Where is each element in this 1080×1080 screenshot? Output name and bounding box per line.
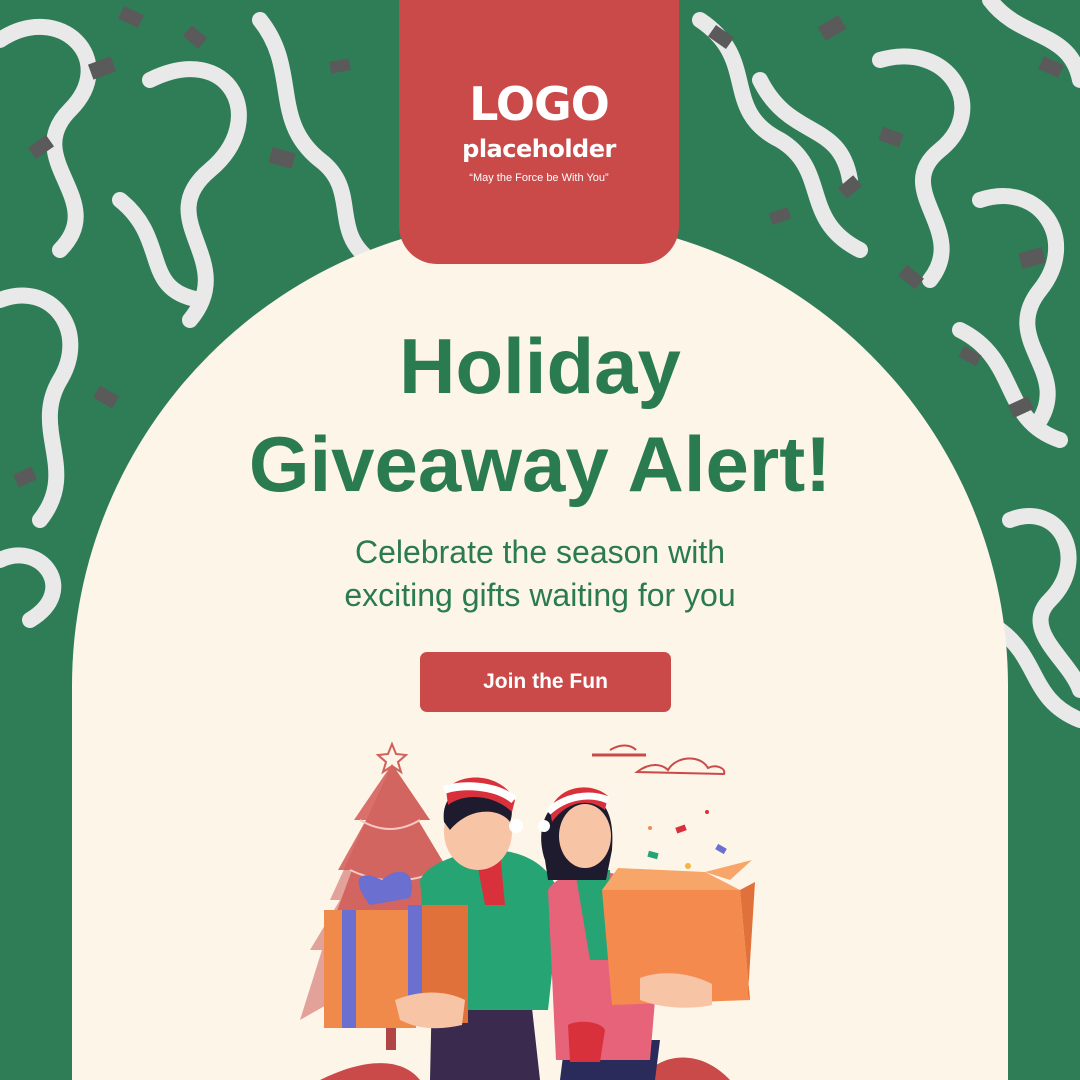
logo-subtitle: placeholder	[462, 135, 616, 163]
headline-line-2: Giveaway Alert!	[248, 420, 832, 508]
subheadline-line-2: exciting gifts waiting for you	[344, 577, 736, 613]
logo-tagline: “May the Force be With You”	[469, 172, 609, 184]
logo-wordmark: LOGO	[469, 77, 610, 131]
headline-line-1: Holiday	[399, 322, 681, 410]
giveaway-poster: LOGO placeholder “May the Force be With …	[0, 0, 1080, 1080]
join-the-fun-button[interactable]: Join the Fun	[420, 652, 671, 712]
logo-box: LOGO placeholder “May the Force be With …	[399, 0, 679, 264]
subheadline-line-1: Celebrate the season with	[355, 534, 725, 570]
